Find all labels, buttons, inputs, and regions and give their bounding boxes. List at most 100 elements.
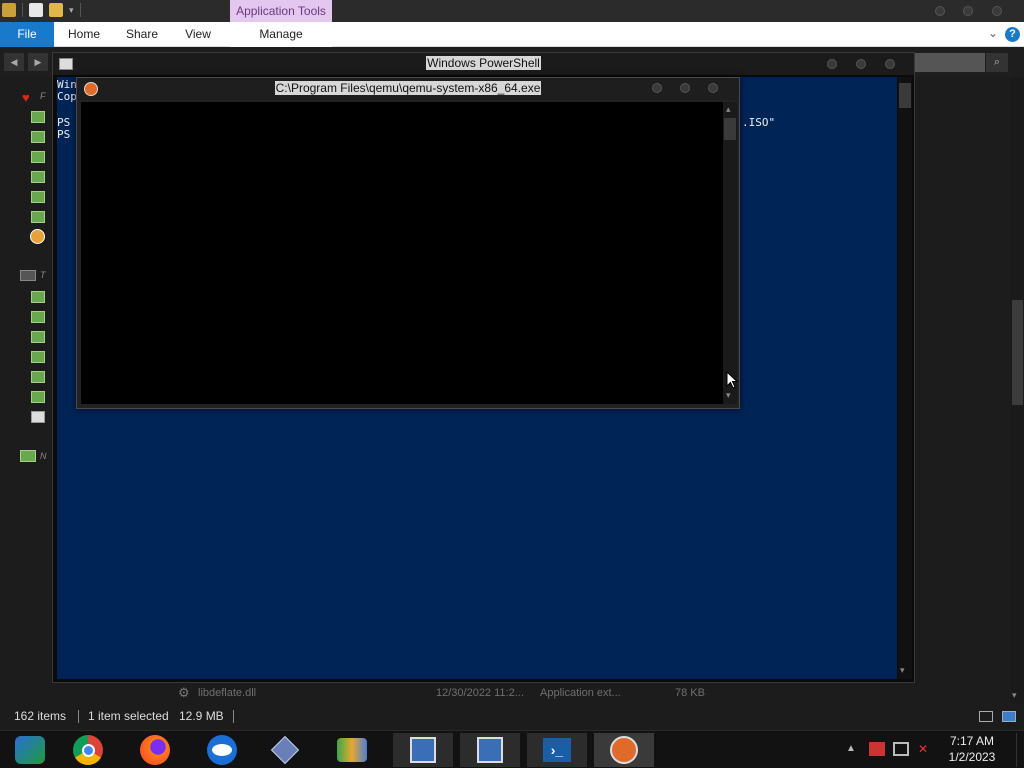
scroll-up-arrow-icon[interactable]: ▴ bbox=[726, 104, 731, 115]
file-list-row[interactable]: ⚙ libdeflate.dll 12/30/2022 11:2... Appl… bbox=[175, 684, 735, 702]
selected-size: 12.9 MB bbox=[179, 709, 224, 723]
opera-icon bbox=[207, 735, 237, 765]
favorites-label[interactable]: F bbox=[40, 91, 50, 101]
console-line: Cop bbox=[57, 90, 77, 103]
qemu-titlebar[interactable]: C:\Program Files\qemu\qemu-system-x86_64… bbox=[77, 78, 739, 100]
minimize-button[interactable] bbox=[827, 59, 837, 69]
taskbar-item[interactable] bbox=[125, 733, 185, 767]
chevron-down-icon[interactable]: ⌄ bbox=[988, 26, 998, 40]
clock-date: 1/2/2023 bbox=[948, 750, 996, 764]
taskbar-item[interactable] bbox=[460, 733, 520, 767]
powershell-scrollbar[interactable] bbox=[898, 77, 912, 679]
scroll-down-arrow-icon[interactable]: ▾ bbox=[726, 390, 731, 401]
qemu-window[interactable]: C:\Program Files\qemu\qemu-system-x86_64… bbox=[76, 77, 740, 409]
folder-icon[interactable] bbox=[31, 131, 45, 143]
favorites-heart-icon[interactable]: ♥ bbox=[22, 90, 30, 105]
network-label[interactable]: N bbox=[40, 451, 47, 461]
file-date: 12/30/2022 11:2... bbox=[436, 687, 524, 699]
new-folder-icon[interactable] bbox=[49, 3, 63, 17]
powershell-icon: ›_ bbox=[543, 738, 571, 762]
folder-icon[interactable] bbox=[31, 351, 45, 363]
item-count: 162 items bbox=[14, 709, 67, 723]
file-name: libdeflate.dll bbox=[198, 687, 257, 699]
show-desktop-button[interactable] bbox=[1016, 733, 1024, 767]
taskbar-item[interactable] bbox=[594, 733, 654, 767]
details-view-icon[interactable] bbox=[979, 711, 993, 722]
explorer-scrollbar-thumb[interactable] bbox=[1012, 300, 1023, 405]
close-button[interactable] bbox=[708, 83, 718, 93]
help-icon[interactable]: ? bbox=[1005, 27, 1020, 42]
show-hidden-icons-button[interactable]: ▲ bbox=[846, 743, 856, 754]
taskbar-item[interactable] bbox=[0, 733, 60, 767]
recent-places-icon[interactable] bbox=[30, 229, 45, 244]
pictures-icon[interactable] bbox=[31, 371, 45, 383]
powershell-scrollbar-thumb[interactable] bbox=[899, 83, 911, 108]
folder-icon[interactable] bbox=[31, 211, 45, 223]
powershell-titlebar[interactable]: Windows PowerShell bbox=[53, 53, 914, 75]
network-people-icon bbox=[337, 738, 367, 762]
maximize-button[interactable] bbox=[963, 6, 973, 16]
qemu-scrollbar-thumb[interactable] bbox=[724, 118, 736, 140]
drive-icon[interactable] bbox=[31, 411, 45, 423]
tab-home[interactable]: Home bbox=[60, 22, 108, 47]
maximize-button[interactable] bbox=[680, 83, 690, 93]
desktop-icon[interactable] bbox=[31, 111, 45, 123]
search-icon[interactable]: ⌕ bbox=[986, 53, 1008, 72]
taskbar-item[interactable] bbox=[322, 733, 382, 767]
documents-icon[interactable] bbox=[31, 311, 45, 323]
qemu-title: C:\Program Files\qemu\qemu-system-x86_64… bbox=[274, 81, 542, 95]
downloads-icon[interactable] bbox=[31, 151, 45, 163]
taskbar-item[interactable] bbox=[393, 733, 453, 767]
windows-media-icon bbox=[15, 736, 45, 764]
this-pc-icon[interactable] bbox=[20, 270, 36, 281]
qemu-scrollbar[interactable] bbox=[723, 102, 737, 404]
minimize-button[interactable] bbox=[935, 6, 945, 16]
system-clock[interactable]: 7:17 AM 1/2/2023 bbox=[942, 733, 1002, 765]
taskbar-item[interactable] bbox=[255, 733, 315, 767]
network-icon[interactable] bbox=[20, 450, 36, 462]
taskbar-item[interactable] bbox=[192, 733, 252, 767]
powershell-title: Windows PowerShell bbox=[426, 56, 541, 70]
network-status-icon[interactable] bbox=[893, 742, 909, 756]
gear-icon: ⚙ bbox=[178, 685, 190, 700]
tab-manage[interactable]: Manage bbox=[230, 22, 332, 47]
scroll-down-arrow-icon[interactable]: ▾ bbox=[1012, 690, 1017, 701]
folder-icon[interactable] bbox=[2, 3, 16, 17]
music-icon[interactable] bbox=[31, 391, 45, 403]
scroll-down-arrow-icon[interactable]: ▾ bbox=[900, 665, 905, 676]
close-button[interactable] bbox=[992, 6, 1002, 16]
search-input[interactable] bbox=[915, 53, 985, 72]
status-bar: 162 items 1 item selected 12.9 MB bbox=[0, 703, 1024, 730]
divider bbox=[78, 710, 79, 723]
remote-desktop-2-icon bbox=[477, 737, 503, 763]
remote-desktop-icon bbox=[410, 737, 436, 763]
back-button[interactable]: ◀ bbox=[4, 53, 24, 71]
music-icon[interactable] bbox=[31, 191, 45, 203]
chevron-down-icon[interactable]: ▾ bbox=[69, 5, 74, 16]
maximize-button[interactable] bbox=[856, 59, 866, 69]
taskbar-item[interactable]: ›_ bbox=[527, 733, 587, 767]
action-center-flag-icon[interactable] bbox=[869, 742, 885, 756]
folder-icon[interactable] bbox=[31, 171, 45, 183]
desktop-icon[interactable] bbox=[31, 291, 45, 303]
large-icons-view-icon[interactable] bbox=[1002, 711, 1016, 722]
this-pc-label[interactable]: T bbox=[40, 270, 46, 280]
folder-icon[interactable] bbox=[31, 331, 45, 343]
explorer-titlebar: ▾ Application Tools bbox=[0, 0, 1024, 22]
app-diamond-icon bbox=[270, 735, 300, 765]
quick-access-toolbar: ▾ bbox=[2, 3, 81, 17]
tab-view[interactable]: View bbox=[175, 22, 221, 47]
close-button[interactable] bbox=[885, 59, 895, 69]
console-line: PS bbox=[57, 128, 71, 141]
minimize-button[interactable] bbox=[652, 83, 662, 93]
application-tools-tab: Application Tools bbox=[230, 0, 332, 22]
tab-share[interactable]: Share bbox=[118, 22, 166, 47]
forward-button[interactable]: ▶ bbox=[28, 53, 48, 71]
properties-icon[interactable] bbox=[29, 3, 43, 17]
taskbar-item[interactable] bbox=[58, 733, 118, 767]
volume-muted-icon[interactable]: ✕ bbox=[918, 742, 934, 756]
file-type: Application ext... bbox=[540, 687, 621, 699]
tab-file[interactable]: File bbox=[0, 22, 54, 47]
qemu-display[interactable] bbox=[81, 102, 723, 404]
console-line-tail: .ISO" bbox=[742, 116, 776, 129]
